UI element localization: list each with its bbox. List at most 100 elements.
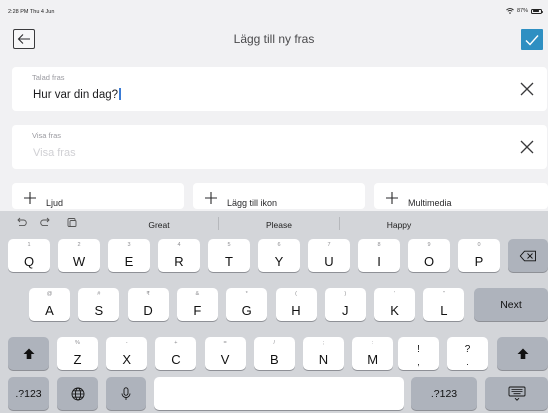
microphone-icon bbox=[121, 386, 131, 400]
key-label: G bbox=[241, 303, 252, 318]
key-hint: 8 bbox=[377, 242, 381, 248]
key-x[interactable]: -X bbox=[106, 337, 148, 370]
confirm-button[interactable] bbox=[521, 29, 543, 50]
key-w[interactable]: 2W bbox=[58, 239, 100, 272]
key-z[interactable]: % Z bbox=[57, 337, 98, 370]
close-icon[interactable] bbox=[519, 139, 535, 155]
key-label: T bbox=[225, 254, 233, 269]
key-q[interactable]: 1Q bbox=[8, 239, 50, 272]
suggestion-divider bbox=[218, 217, 219, 230]
numbers-key-right[interactable]: .?123 bbox=[411, 377, 477, 410]
key-punctuation[interactable]: !, bbox=[398, 337, 439, 370]
key-n[interactable]: ; N bbox=[303, 337, 344, 370]
key-label: N bbox=[318, 352, 329, 367]
key-label: X bbox=[122, 352, 132, 367]
spoken-phrase-value[interactable]: Hur var din dag? bbox=[33, 87, 121, 101]
suggestion-happy[interactable]: Happy bbox=[359, 220, 439, 230]
status-time: 2:28 PM Thu 4 Jun bbox=[8, 9, 55, 15]
key-hint: 2 bbox=[77, 242, 81, 248]
key-label: E bbox=[124, 254, 134, 269]
add-sound-label: Ljud bbox=[46, 198, 64, 208]
key-hint: ' bbox=[394, 291, 396, 297]
backspace-icon bbox=[519, 250, 536, 261]
shift-icon bbox=[517, 348, 528, 359]
key-m[interactable]: :M bbox=[352, 337, 394, 370]
hide-keyboard-key[interactable] bbox=[485, 377, 548, 410]
key-top-symbol: ? bbox=[464, 344, 471, 355]
key-hint: " bbox=[442, 291, 445, 297]
key-hint: - bbox=[125, 340, 128, 346]
shift-key-right[interactable] bbox=[497, 337, 548, 370]
globe-key[interactable] bbox=[57, 377, 98, 410]
add-sound-button[interactable]: Ljud bbox=[12, 183, 184, 209]
key-hint: : bbox=[371, 340, 374, 346]
paste-icon[interactable] bbox=[66, 217, 78, 228]
key-label: Q bbox=[23, 254, 35, 269]
suggestion-please[interactable]: Please bbox=[239, 220, 319, 230]
checkmark-icon bbox=[525, 34, 539, 46]
key-k[interactable]: ' K bbox=[374, 288, 416, 321]
key-label: P bbox=[474, 254, 484, 269]
key-bottom-symbol: , bbox=[417, 357, 420, 367]
key-punctuation[interactable]: ?. bbox=[447, 337, 488, 370]
key-a[interactable]: @ A bbox=[29, 288, 70, 321]
key-label: J bbox=[342, 303, 349, 318]
key-label: L bbox=[440, 303, 448, 318]
key-label: U bbox=[324, 254, 334, 269]
key-y[interactable]: 6Y bbox=[258, 239, 300, 272]
key-b[interactable]: / B bbox=[253, 337, 295, 370]
key-j[interactable]: ) J bbox=[324, 288, 366, 321]
key-bottom-symbol: . bbox=[466, 357, 469, 367]
keyboard: Great Please Happy 1Q2W3E4R5T6Y7U8I9O0P … bbox=[0, 211, 548, 413]
key-i[interactable]: 8I bbox=[358, 239, 400, 272]
redo-icon[interactable] bbox=[40, 217, 52, 228]
key-s[interactable]: # S bbox=[78, 288, 120, 321]
key-h[interactable]: (H bbox=[275, 288, 317, 321]
numbers-key-left[interactable]: .?123 bbox=[8, 377, 49, 410]
add-multimedia-button[interactable]: Multimedia bbox=[374, 183, 548, 209]
suggestion-great[interactable]: Great bbox=[119, 220, 199, 230]
key-e[interactable]: 3E bbox=[108, 239, 150, 272]
key-label: R bbox=[174, 254, 184, 269]
text-caret bbox=[119, 87, 121, 100]
display-phrase-field[interactable]: Visa fras Visa fras bbox=[12, 125, 547, 169]
undo-icon[interactable] bbox=[15, 217, 27, 228]
key-hint: ₹ bbox=[146, 291, 150, 297]
key-label: D bbox=[143, 303, 153, 318]
key-c[interactable]: + C bbox=[155, 337, 197, 370]
key-v[interactable]: = V bbox=[204, 337, 246, 370]
key-r[interactable]: 4R bbox=[158, 239, 200, 272]
key-u[interactable]: 7U bbox=[308, 239, 350, 272]
shift-key-left[interactable] bbox=[8, 337, 49, 370]
key-hint: = bbox=[223, 340, 227, 346]
add-icon-button[interactable]: Lägg till ikon bbox=[193, 183, 365, 209]
space-key[interactable] bbox=[154, 377, 404, 410]
keyboard-dismiss-icon bbox=[508, 386, 525, 401]
next-key-label: Next bbox=[500, 299, 522, 311]
key-l[interactable]: " L bbox=[423, 288, 465, 321]
display-phrase-placeholder: Visa fras bbox=[33, 147, 76, 159]
globe-icon bbox=[71, 387, 84, 400]
key-label: Y bbox=[274, 254, 284, 269]
key-label: Z bbox=[73, 352, 82, 367]
battery-icon bbox=[531, 8, 544, 14]
delete-key[interactable] bbox=[508, 239, 548, 272]
key-hint: ) bbox=[344, 291, 347, 297]
key-label: C bbox=[171, 352, 181, 367]
key-hint: 9 bbox=[427, 242, 431, 248]
key-hint: 3 bbox=[127, 242, 131, 248]
page-title: Lägg till ny fras bbox=[233, 32, 315, 46]
key-o[interactable]: 9O bbox=[408, 239, 450, 272]
spoken-phrase-field[interactable]: Talad fras Hur var din dag? bbox=[12, 67, 547, 111]
key-d[interactable]: ₹ D bbox=[127, 288, 169, 321]
numbers-key-label: .?123 bbox=[15, 388, 42, 400]
key-t[interactable]: 5T bbox=[208, 239, 250, 272]
dictation-key[interactable] bbox=[106, 377, 146, 410]
close-icon[interactable] bbox=[519, 81, 535, 97]
key-label: W bbox=[72, 254, 86, 269]
key-f[interactable]: & F bbox=[176, 288, 218, 321]
key-hint: 4 bbox=[177, 242, 181, 248]
key-g[interactable]: * G bbox=[226, 288, 268, 321]
key-p[interactable]: 0P bbox=[458, 239, 500, 272]
next-key[interactable]: Next bbox=[474, 288, 548, 321]
